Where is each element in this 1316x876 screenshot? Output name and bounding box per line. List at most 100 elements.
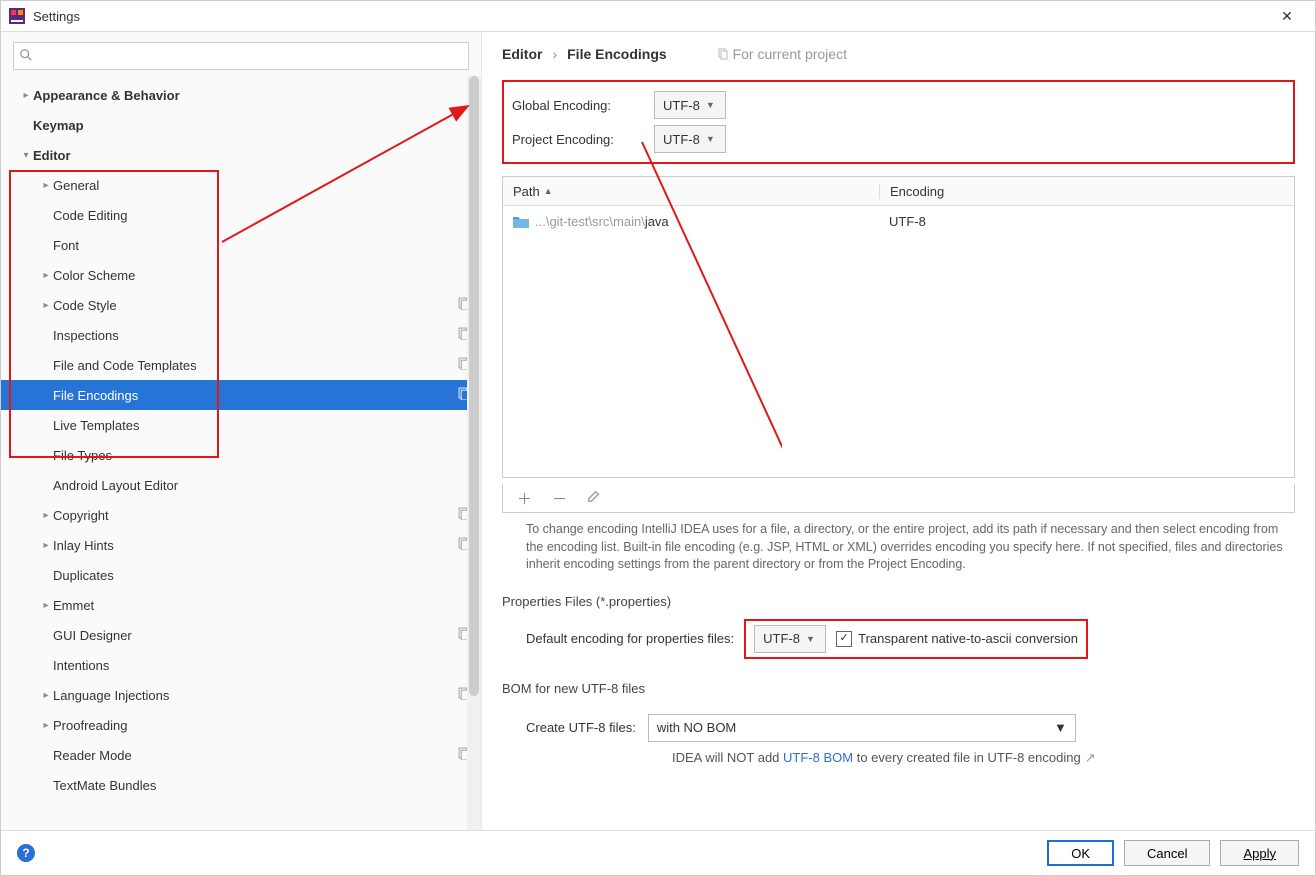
annotation-box-properties: UTF-8▼ ✓ Transparent native-to-ascii con… <box>744 619 1088 659</box>
project-encoding-label: Project Encoding: <box>512 132 640 147</box>
cell-path: ...\git-test\src\main\java <box>503 214 879 229</box>
bom-section-title: BOM for new UTF-8 files <box>502 681 1295 696</box>
tree-item-copyright[interactable]: ▸Copyright <box>1 500 481 530</box>
chevron-right-icon: ▸ <box>39 600 53 611</box>
chevron-right-icon: ▸ <box>39 690 53 701</box>
tree-item-label: Duplicates <box>53 568 471 583</box>
tree-item-inspections[interactable]: Inspections <box>1 320 481 350</box>
sidebar-scrollbar[interactable] <box>467 76 481 830</box>
global-encoding-label: Global Encoding: <box>512 98 640 113</box>
help-button[interactable]: ? <box>17 844 35 862</box>
scope-indicator: For current project <box>717 46 847 62</box>
table-row[interactable]: ...\git-test\src\main\javaUTF-8 <box>503 206 1294 236</box>
tree-item-language-injections[interactable]: ▸Language Injections <box>1 680 481 710</box>
chevron-right-icon: ▸ <box>39 180 53 191</box>
tree-item-inlay-hints[interactable]: ▸Inlay Hints <box>1 530 481 560</box>
tree-item-general[interactable]: ▸General <box>1 170 481 200</box>
chevron-down-icon: ▼ <box>806 634 815 644</box>
tree-item-reader-mode[interactable]: Reader Mode <box>1 740 481 770</box>
ok-button[interactable]: OK <box>1047 840 1114 866</box>
tree-item-textmate-bundles[interactable]: TextMate Bundles <box>1 770 481 800</box>
search-icon <box>19 48 33 65</box>
breadcrumb: Editor › File Encodings For current proj… <box>502 46 1295 62</box>
tree-item-label: Emmet <box>53 598 471 613</box>
tree-item-label: TextMate Bundles <box>53 778 471 793</box>
chevron-right-icon: ▸ <box>19 90 33 101</box>
tree-item-label: Proofreading <box>53 718 471 733</box>
table-header-path[interactable]: Path ▲ <box>503 184 880 199</box>
tree-item-duplicates[interactable]: Duplicates <box>1 560 481 590</box>
tree-item-proofreading[interactable]: ▸Proofreading <box>1 710 481 740</box>
cell-encoding: UTF-8 <box>879 214 1294 229</box>
remove-button[interactable]: － <box>552 488 567 509</box>
tree-item-label: Code Style <box>53 298 458 313</box>
checkbox-box: ✓ <box>836 631 852 647</box>
properties-encoding-label: Default encoding for properties files: <box>526 631 734 646</box>
apply-button[interactable]: Apply <box>1220 840 1299 866</box>
cancel-button[interactable]: Cancel <box>1124 840 1210 866</box>
window-title: Settings <box>33 9 1267 24</box>
tree-item-intentions[interactable]: Intentions <box>1 650 481 680</box>
tree-item-emmet[interactable]: ▸Emmet <box>1 590 481 620</box>
tree-item-color-scheme[interactable]: ▸Color Scheme <box>1 260 481 290</box>
properties-encoding-dropdown[interactable]: UTF-8▼ <box>754 625 826 653</box>
chevron-down-icon: ▼ <box>1054 720 1067 735</box>
utf8-bom-link[interactable]: UTF-8 BOM <box>783 750 853 765</box>
tree-item-label: File Types <box>53 448 471 463</box>
chevron-right-icon: ▸ <box>39 510 53 521</box>
tree-item-label: Appearance & Behavior <box>33 88 471 103</box>
add-button[interactable]: ＋ <box>517 488 532 509</box>
table-toolbar: ＋ － <box>502 484 1295 513</box>
bom-dropdown[interactable]: with NO BOM▼ <box>648 714 1076 742</box>
tree-item-label: GUI Designer <box>53 628 458 643</box>
tree-item-code-style[interactable]: ▸Code Style <box>1 290 481 320</box>
chevron-down-icon: ▼ <box>706 100 715 110</box>
search-input[interactable] <box>13 42 469 70</box>
external-link-icon: ↗ <box>1085 750 1096 765</box>
breadcrumb-sep: › <box>552 46 557 62</box>
chevron-right-icon: ▸ <box>39 270 53 281</box>
tree-item-label: Copyright <box>53 508 458 523</box>
tree-item-code-editing[interactable]: Code Editing <box>1 200 481 230</box>
settings-window: Settings ✕ ▸Appearance & BehaviorKeymap▾… <box>0 0 1316 876</box>
tree-item-file-encodings[interactable]: File Encodings <box>1 380 481 410</box>
edit-button[interactable] <box>587 489 601 507</box>
tree-item-appearance-behavior[interactable]: ▸Appearance & Behavior <box>1 80 481 110</box>
table-header-encoding[interactable]: Encoding <box>880 184 1294 199</box>
tree-item-label: Android Layout Editor <box>53 478 471 493</box>
tree-item-label: General <box>53 178 471 193</box>
app-icon <box>9 8 25 24</box>
native-to-ascii-checkbox[interactable]: ✓ Transparent native-to-ascii conversion <box>836 631 1078 647</box>
tree-item-file-types[interactable]: File Types <box>1 440 481 470</box>
tree-item-file-and-code-templates[interactable]: File and Code Templates <box>1 350 481 380</box>
dialog-footer: ? OK Cancel Apply <box>1 830 1315 875</box>
breadcrumb-leaf: File Encodings <box>567 46 667 62</box>
global-encoding-dropdown[interactable]: UTF-8▼ <box>654 91 726 119</box>
bom-label: Create UTF-8 files: <box>526 720 636 735</box>
tree-item-android-layout-editor[interactable]: Android Layout Editor <box>1 470 481 500</box>
tree-item-label: Intentions <box>53 658 471 673</box>
project-encoding-dropdown[interactable]: UTF-8▼ <box>654 125 726 153</box>
close-button[interactable]: ✕ <box>1267 8 1307 25</box>
chevron-down-icon: ▼ <box>706 134 715 144</box>
tree-item-label: File and Code Templates <box>53 358 458 373</box>
chevron-right-icon: ▸ <box>39 300 53 311</box>
breadcrumb-root[interactable]: Editor <box>502 46 542 62</box>
titlebar: Settings ✕ <box>1 1 1315 32</box>
tree-item-keymap[interactable]: Keymap <box>1 110 481 140</box>
folder-icon <box>513 215 529 228</box>
settings-tree: ▸Appearance & BehaviorKeymap▾Editor▸Gene… <box>1 80 481 830</box>
tree-item-gui-designer[interactable]: GUI Designer <box>1 620 481 650</box>
tree-item-label: Live Templates <box>53 418 471 433</box>
tree-item-live-templates[interactable]: Live Templates <box>1 410 481 440</box>
sidebar: ▸Appearance & BehaviorKeymap▾Editor▸Gene… <box>1 32 482 830</box>
tree-item-editor[interactable]: ▾Editor <box>1 140 481 170</box>
content-panel: Editor › File Encodings For current proj… <box>482 32 1315 830</box>
tree-item-label: Code Editing <box>53 208 471 223</box>
properties-section-title: Properties Files (*.properties) <box>502 594 1295 609</box>
chevron-right-icon: ▸ <box>39 720 53 731</box>
bom-hint: IDEA will NOT add UTF-8 BOM to every cre… <box>502 750 1295 766</box>
tree-item-label: Language Injections <box>53 688 458 703</box>
tree-item-font[interactable]: Font <box>1 230 481 260</box>
chevron-down-icon: ▾ <box>19 150 33 161</box>
